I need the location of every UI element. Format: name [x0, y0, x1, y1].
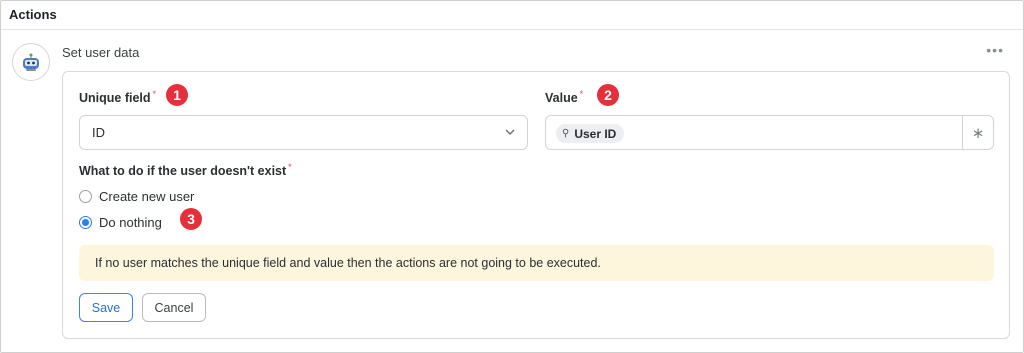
unique-field-value: ID — [92, 125, 105, 140]
value-input[interactable]: ⚲ User ID ∗ — [545, 115, 994, 150]
chip-label: User ID — [574, 126, 617, 141]
variable-icon: ⚲ — [562, 128, 570, 139]
ellipsis-icon[interactable]: ••• — [986, 43, 1004, 57]
step-avatar — [12, 43, 50, 81]
radio-do-nothing[interactable]: Do nothing — [79, 215, 162, 230]
chevron-down-icon — [505, 129, 515, 135]
annotation-badge-2: 2 — [597, 84, 619, 106]
required-mark: * — [288, 162, 292, 172]
step-title: Set user data — [62, 45, 140, 60]
annotation-badge-1: 1 — [166, 84, 188, 106]
formula-button[interactable]: ∗ — [962, 116, 993, 149]
annotation-badge-3: 3 — [180, 208, 202, 230]
unique-field-select[interactable]: ID — [79, 115, 528, 150]
info-note: If no user matches the unique field and … — [79, 245, 994, 281]
radio-create-new-user[interactable]: Create new user — [79, 189, 194, 204]
missing-user-label: What to do if the user doesn't exist * — [79, 162, 292, 178]
radio-label: Do nothing — [99, 215, 162, 230]
section-title: Actions — [9, 7, 57, 22]
cancel-button[interactable]: Cancel — [142, 293, 206, 322]
header-divider — [1, 29, 1023, 30]
value-label: Value * — [545, 89, 584, 105]
radio-button[interactable] — [79, 190, 92, 203]
unique-field-label: Unique field * — [79, 89, 157, 105]
required-mark: * — [152, 89, 157, 99]
radio-label: Create new user — [99, 189, 195, 204]
robot-icon — [23, 53, 39, 71]
required-mark: * — [579, 89, 584, 99]
step-card: Unique field * 1 ID Value * 2 ⚲ User ID ∗ … — [62, 71, 1010, 339]
radio-button[interactable] — [79, 216, 92, 229]
user-id-chip[interactable]: ⚲ User ID — [556, 124, 625, 143]
save-button[interactable]: Save — [79, 293, 133, 322]
